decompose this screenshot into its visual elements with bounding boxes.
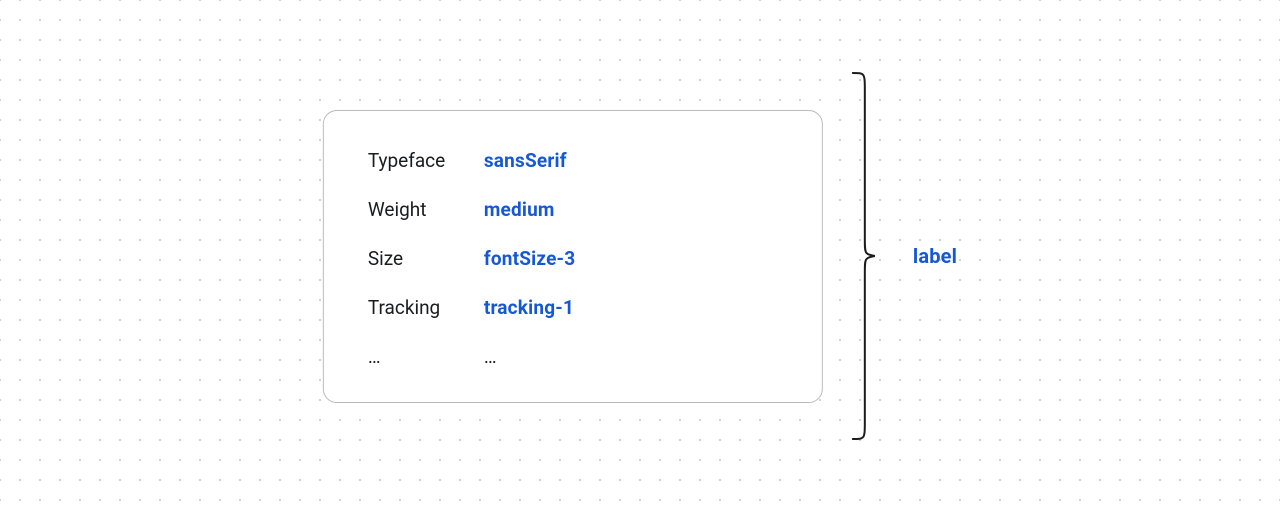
property-row: Tracking tracking-1: [368, 296, 778, 319]
diagram-stage: Typeface sansSerif Weight medium Size fo…: [323, 71, 957, 441]
property-row: Weight medium: [368, 198, 778, 221]
property-key: Size: [368, 247, 484, 270]
ellipsis-icon: …: [368, 345, 484, 368]
property-value: tracking-1: [484, 296, 574, 319]
property-row: Size fontSize-3: [368, 247, 778, 270]
property-row: Typeface sansSerif: [368, 149, 778, 172]
alias-label: label: [913, 244, 957, 268]
token-properties-panel: Typeface sansSerif Weight medium Size fo…: [323, 110, 823, 403]
property-key: Weight: [368, 198, 484, 221]
property-row-more: … …: [368, 345, 778, 368]
property-key: Typeface: [368, 149, 484, 172]
property-key: Tracking: [368, 296, 484, 319]
curly-brace-icon: [851, 71, 877, 441]
ellipsis-icon: …: [484, 345, 497, 368]
property-value: medium: [484, 198, 555, 221]
property-value: sansSerif: [484, 149, 567, 172]
property-value: fontSize-3: [484, 247, 576, 270]
